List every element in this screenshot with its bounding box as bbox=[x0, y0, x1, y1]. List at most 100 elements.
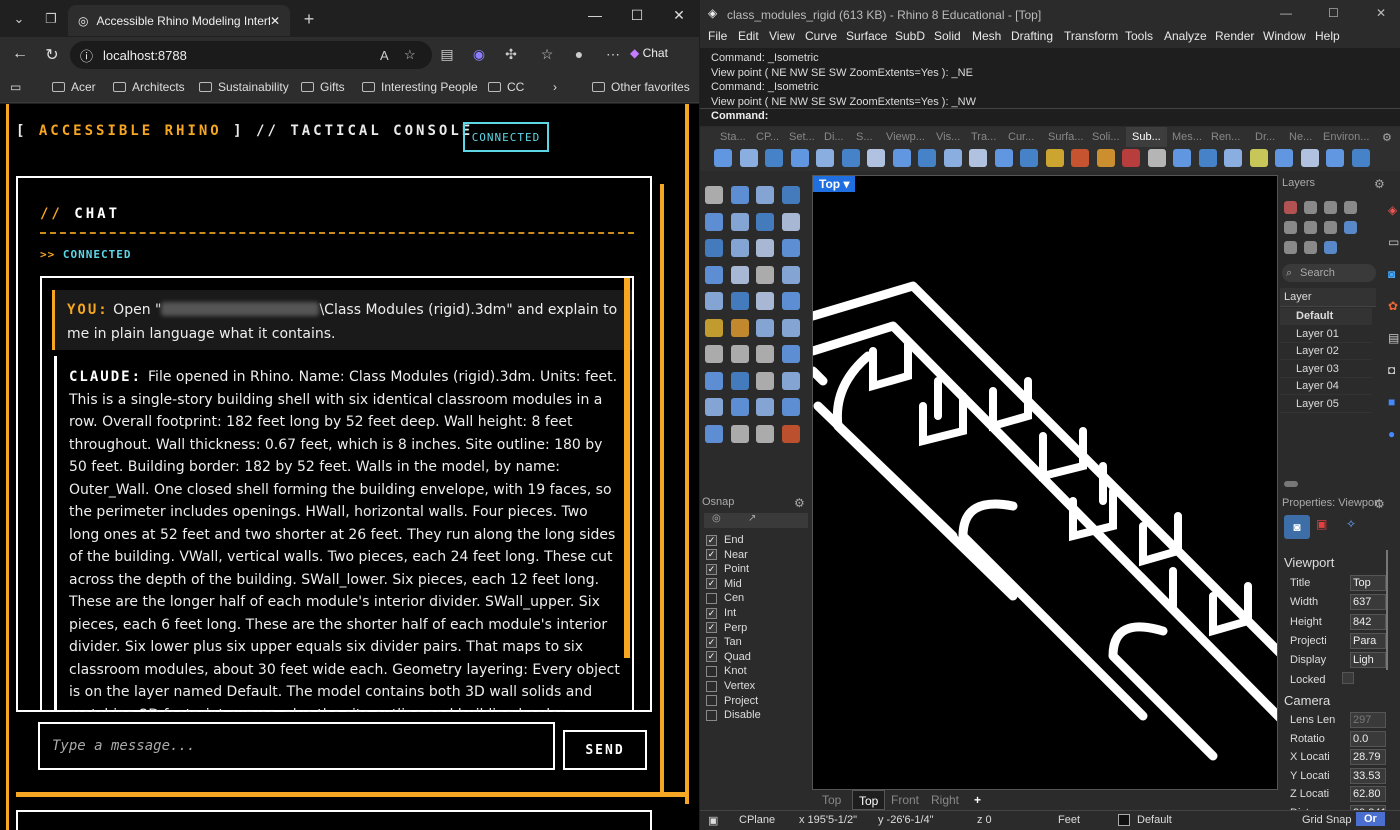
status-layer[interactable]: Default bbox=[1137, 814, 1172, 826]
tab-solid-tools[interactable]: Soli... bbox=[1092, 131, 1120, 143]
modeling-tool-icon[interactable] bbox=[756, 212, 774, 231]
viewport-tab-right[interactable]: Right bbox=[931, 793, 959, 807]
checkbox[interactable]: ✓ bbox=[706, 563, 717, 575]
status-cplane[interactable]: CPlane bbox=[739, 814, 775, 826]
modeling-tool-icon[interactable] bbox=[781, 424, 800, 443]
menu-subd[interactable]: SubD bbox=[895, 29, 925, 43]
layer-tool-icon[interactable] bbox=[1324, 241, 1337, 254]
modeling-tool-icon[interactable] bbox=[756, 345, 774, 363]
modeling-tool-icon[interactable] bbox=[756, 371, 774, 390]
layer-row[interactable]: Layer 01 bbox=[1280, 326, 1372, 343]
toolbar-tool-icon[interactable] bbox=[994, 149, 1013, 167]
tab-drafting[interactable]: Dr... bbox=[1255, 131, 1275, 143]
toolbar-tool-icon[interactable] bbox=[790, 149, 809, 167]
chevron-right-icon[interactable]: › bbox=[553, 80, 557, 94]
menu-edit[interactable]: Edit bbox=[738, 29, 759, 43]
menu-view[interactable]: View bbox=[769, 29, 795, 43]
reading-view-icon[interactable]: ▤ bbox=[436, 46, 458, 63]
tab-select[interactable]: S... bbox=[856, 131, 873, 143]
bookmark-architects[interactable]: Architects bbox=[113, 80, 185, 94]
message-list[interactable]: YOU: Open " \Class Modules (rigid).3dm" a… bbox=[40, 276, 634, 712]
tab-cplanes[interactable]: CP... bbox=[756, 131, 779, 143]
toolbar-tool-icon[interactable] bbox=[892, 149, 911, 167]
close-window-icon[interactable]: ✕ bbox=[664, 7, 694, 24]
layer-tool-icon[interactable] bbox=[1304, 201, 1317, 214]
tab-transform[interactable]: Tra... bbox=[971, 131, 996, 143]
tab-visibility[interactable]: Vis... bbox=[936, 131, 960, 143]
menu-solid[interactable]: Solid bbox=[934, 29, 961, 43]
toolbar-tool-icon[interactable] bbox=[1275, 149, 1293, 167]
modeling-tool-icon[interactable] bbox=[705, 265, 723, 284]
modeling-tool-icon[interactable] bbox=[730, 424, 749, 443]
modeling-tool-icon[interactable] bbox=[705, 398, 723, 416]
message-scrollbar[interactable] bbox=[624, 278, 630, 658]
favorites-icon[interactable]: ☆ bbox=[536, 46, 558, 63]
status-ortho[interactable]: Or bbox=[1356, 812, 1385, 826]
tab-mesh-tools[interactable]: Mes... bbox=[1172, 131, 1202, 143]
gear-icon[interactable]: ⚙ bbox=[1382, 131, 1392, 144]
osnap-mid[interactable]: ✓ Mid bbox=[706, 578, 742, 590]
minimize-icon[interactable]: — bbox=[580, 7, 610, 23]
close-window-icon[interactable]: ✕ bbox=[1376, 6, 1386, 20]
modeling-tool-icon[interactable] bbox=[705, 424, 723, 443]
osnap-project[interactable]: Project bbox=[706, 695, 758, 707]
modeling-tool-icon[interactable] bbox=[781, 265, 800, 284]
modeling-tool-icon[interactable] bbox=[756, 398, 774, 416]
maximize-icon[interactable]: ☐ bbox=[1328, 6, 1339, 20]
tab-new-in-v8[interactable]: Ne... bbox=[1289, 131, 1312, 143]
osnap-point[interactable]: ✓ Point bbox=[706, 563, 749, 575]
osnap-end[interactable]: ✓ End bbox=[706, 534, 744, 546]
osnap-knot[interactable]: Knot bbox=[706, 665, 747, 677]
bookmark-bar-toggle-icon[interactable]: ▭ bbox=[10, 80, 21, 94]
tab-curve-tools[interactable]: Cur... bbox=[1008, 131, 1034, 143]
panel-icon[interactable]: ✿ bbox=[1388, 299, 1398, 313]
layer-tool-icon[interactable] bbox=[1344, 221, 1357, 234]
layers-scrollbar[interactable] bbox=[1284, 481, 1298, 487]
modeling-tool-icon[interactable] bbox=[756, 265, 774, 284]
modeling-tool-icon[interactable] bbox=[730, 292, 749, 310]
osnap-tab-icon[interactable]: ◎ bbox=[712, 513, 721, 524]
viewport-tab-top-1[interactable]: Top bbox=[822, 793, 841, 807]
panel-icon[interactable]: ◈ bbox=[1388, 203, 1397, 217]
bookmark-gifts[interactable]: Gifts bbox=[301, 80, 345, 94]
osnap-near[interactable]: ✓ Near bbox=[706, 549, 748, 561]
url-field[interactable]: ⓘ localhost:8788 A ☆ bbox=[70, 41, 432, 69]
modeling-tool-icon[interactable] bbox=[705, 239, 723, 257]
layer-row[interactable]: Layer 04 bbox=[1280, 378, 1372, 395]
menu-render[interactable]: Render bbox=[1215, 29, 1254, 43]
read-aloud-icon[interactable]: A bbox=[380, 48, 389, 63]
modeling-tool-icon[interactable] bbox=[781, 345, 800, 363]
checkbox[interactable]: ✓ bbox=[706, 651, 717, 663]
modeling-tool-icon[interactable] bbox=[756, 186, 774, 204]
other-favorites[interactable]: Other favorites bbox=[592, 80, 690, 94]
toolbar-tool-icon[interactable] bbox=[1122, 149, 1140, 167]
modeling-tool-icon[interactable] bbox=[705, 371, 723, 390]
profile-avatar-icon[interactable]: ● bbox=[568, 46, 590, 62]
checkbox[interactable] bbox=[706, 665, 717, 677]
toolbar-tool-icon[interactable] bbox=[1326, 149, 1344, 167]
panel-toggle-icon[interactable]: ▣ bbox=[708, 814, 718, 827]
back-icon[interactable]: ← bbox=[8, 45, 32, 63]
modeling-tool-icon[interactable] bbox=[730, 398, 749, 416]
tab-setview[interactable]: Set... bbox=[789, 131, 815, 143]
checkbox[interactable] bbox=[706, 680, 717, 692]
modeling-tool-icon[interactable] bbox=[705, 212, 723, 231]
menu-window[interactable]: Window bbox=[1263, 29, 1306, 43]
viewport-title-button[interactable]: Top ▾ bbox=[813, 176, 856, 192]
checkbox[interactable] bbox=[706, 695, 717, 707]
add-viewport-button[interactable]: + bbox=[974, 793, 981, 807]
tab-render-tools[interactable]: Ren... bbox=[1211, 131, 1240, 143]
layer-row[interactable]: Layer 05 bbox=[1280, 396, 1372, 413]
toolbar-tool-icon[interactable] bbox=[943, 149, 962, 167]
workspaces-icon[interactable]: ❐ bbox=[38, 7, 64, 31]
tab-actions-icon[interactable]: ⌄ bbox=[6, 7, 32, 31]
tab-viewport[interactable]: Viewp... bbox=[886, 131, 925, 143]
panel-icon[interactable]: ● bbox=[1388, 427, 1395, 441]
modeling-tool-icon[interactable] bbox=[730, 318, 749, 337]
modeling-tool-icon[interactable] bbox=[781, 371, 800, 390]
checkbox[interactable]: ✓ bbox=[706, 549, 717, 561]
modeling-tool-icon[interactable] bbox=[781, 318, 800, 337]
layer-tool-icon[interactable] bbox=[1344, 201, 1357, 214]
modeling-tool-icon[interactable] bbox=[705, 186, 723, 204]
viewport-tab-front[interactable]: Front bbox=[891, 793, 919, 807]
